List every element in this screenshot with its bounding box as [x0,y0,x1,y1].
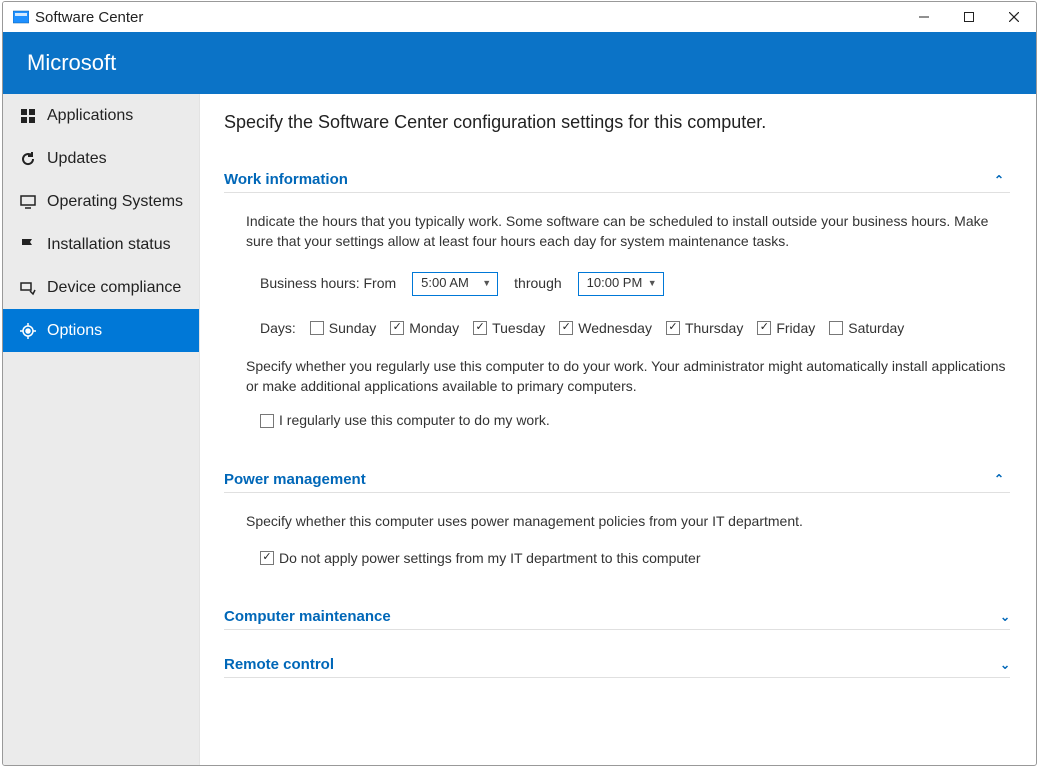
primary-computer-description: Specify whether you regularly use this c… [246,356,1010,397]
checkbox-friday[interactable]: ✓ Friday [757,318,815,338]
app-window: Software Center Microsoft Applications [2,1,1037,766]
checkbox-box: ✓ [757,321,771,335]
section-title: Computer maintenance [224,608,391,625]
section-title: Remote control [224,656,334,673]
checkbox-label: Thursday [685,318,743,338]
checkbox-box [260,414,274,428]
sidebar: Applications Updates Operating Systems I… [3,94,200,765]
to-time-value: 10:00 PM [587,274,643,293]
sidebar-item-label: Options [47,322,102,340]
brand-bar: Microsoft [3,32,1036,94]
titlebar: Software Center [3,2,1036,32]
checkbox-tuesday[interactable]: ✓ Tuesday [473,318,545,338]
sidebar-item-operating-systems[interactable]: Operating Systems [3,180,199,223]
checkbox-box: ✓ [666,321,680,335]
apps-icon [19,108,37,124]
checkbox-label: I regularly use this computer to do my w… [279,410,550,430]
content-area: Applications Updates Operating Systems I… [3,94,1036,765]
section-header-maintenance[interactable]: Computer maintenance ⌃ [224,608,1010,630]
checkbox-monday[interactable]: ✓ Monday [390,318,459,338]
sidebar-item-applications[interactable]: Applications [3,94,199,137]
chevron-up-icon: ⌃ [994,472,1010,486]
checkbox-box [310,321,324,335]
section-title: Work information [224,171,348,188]
checkbox-label: Saturday [848,318,904,338]
checkbox-primary-computer[interactable]: I regularly use this computer to do my w… [260,410,550,430]
sidebar-item-updates[interactable]: Updates [3,137,199,180]
checkbox-thursday[interactable]: ✓ Thursday [666,318,743,338]
checkbox-label: Sunday [329,318,376,338]
app-icon [13,9,29,25]
chevron-down-icon: ⌃ [994,609,1010,623]
refresh-icon [19,151,37,167]
checkbox-label: Monday [409,318,459,338]
chevron-down-icon: ⌃ [994,657,1010,671]
business-hours-label: Business hours: From [260,273,396,293]
checkbox-no-power-policy[interactable]: ✓ Do not apply power settings from my IT… [260,548,700,568]
brand-name: Microsoft [27,50,116,76]
section-header-remote[interactable]: Remote control ⌃ [224,656,1010,678]
business-hours-row: Business hours: From 5:00 AM ▼ through 1… [246,272,1010,296]
monitor-icon [19,194,37,210]
section-header-work-info[interactable]: Work information ⌃ [224,171,1010,193]
through-label: through [514,273,561,293]
section-title: Power management [224,471,366,488]
sidebar-item-installation-status[interactable]: Installation status [3,223,199,266]
sidebar-item-device-compliance[interactable]: Device compliance [3,266,199,309]
sidebar-item-label: Updates [47,150,107,168]
checkbox-box: ✓ [260,551,274,565]
chevron-up-icon: ⌃ [994,173,1010,187]
from-time-value: 5:00 AM [421,274,469,293]
sidebar-item-options[interactable]: Options [3,309,199,352]
section-header-power[interactable]: Power management ⌃ [224,471,1010,493]
checkbox-label: Do not apply power settings from my IT d… [279,548,700,568]
from-time-select[interactable]: 5:00 AM ▼ [412,272,498,296]
checkbox-sunday[interactable]: Sunday [310,318,376,338]
checkbox-wednesday[interactable]: ✓ Wednesday [559,318,652,338]
flag-icon [19,237,37,253]
checkbox-box: ✓ [390,321,404,335]
minimize-button[interactable] [901,2,946,32]
close-button[interactable] [991,2,1036,32]
checkbox-box: ✓ [473,321,487,335]
checkbox-box [829,321,843,335]
checkbox-saturday[interactable]: Saturday [829,318,904,338]
sidebar-item-label: Operating Systems [47,193,183,211]
compliance-icon [19,280,37,296]
chevron-down-icon: ▼ [648,277,657,290]
sidebar-item-label: Installation status [47,236,171,254]
to-time-select[interactable]: 10:00 PM ▼ [578,272,664,296]
power-description: Specify whether this computer uses power… [246,511,1010,531]
main-panel: Specify the Software Center configuratio… [200,94,1036,765]
gear-icon [19,323,37,339]
checkbox-box: ✓ [559,321,573,335]
window-title: Software Center [35,9,143,26]
checkbox-label: Wednesday [578,318,652,338]
sidebar-item-label: Device compliance [47,279,181,297]
section-body-work-info: Indicate the hours that you typically wo… [224,193,1010,453]
days-label: Days: [260,318,296,338]
chevron-down-icon: ▼ [482,277,491,290]
sidebar-item-label: Applications [47,107,133,125]
maximize-button[interactable] [946,2,991,32]
checkbox-label: Friday [776,318,815,338]
window-controls [901,2,1036,32]
page-title: Specify the Software Center configuratio… [224,112,1010,133]
section-body-power: Specify whether this computer uses power… [224,493,1010,588]
days-row: Days: Sunday ✓ Monday ✓ Tuesday ✓ [246,318,1010,338]
checkbox-label: Tuesday [492,318,545,338]
work-info-description: Indicate the hours that you typically wo… [246,211,1010,252]
